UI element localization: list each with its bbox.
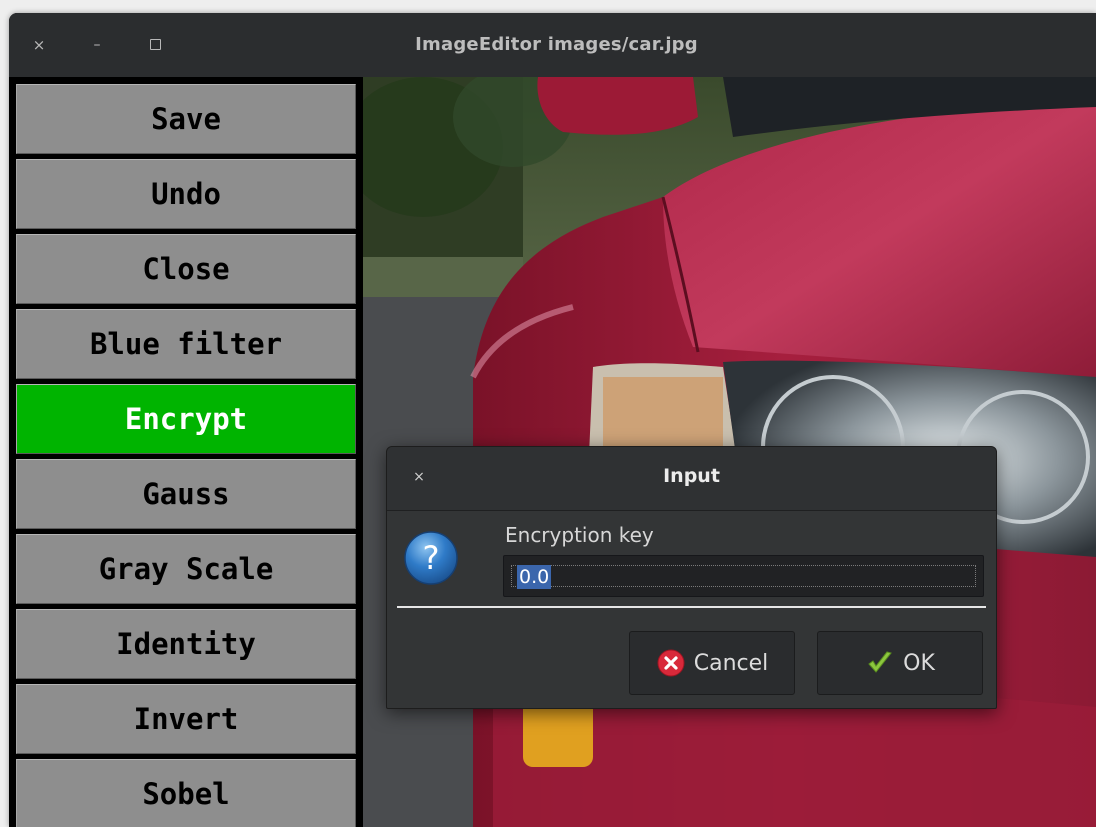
checkmark-icon: [868, 651, 892, 673]
encryption-key-label: Encryption key: [505, 523, 654, 547]
window-title: ImageEditor images/car.jpg: [415, 34, 698, 55]
cancel-icon: [657, 649, 685, 677]
cancel-button[interactable]: Cancel: [629, 631, 795, 695]
blue-filter-button[interactable]: Blue filter: [16, 309, 356, 379]
undo-button[interactable]: Undo: [16, 159, 356, 229]
encryption-key-value: 0.0: [517, 565, 552, 589]
invert-button[interactable]: Invert: [16, 684, 356, 754]
tool-sidebar: Save Undo Close Blue filter Encrypt Gaus…: [9, 77, 363, 827]
dialog-header: × Input: [387, 447, 996, 511]
title-bar: × – ImageEditor images/car.jpg: [9, 13, 1096, 77]
ok-label: OK: [903, 650, 935, 676]
close-button[interactable]: Close: [16, 234, 356, 304]
encryption-key-input[interactable]: 0.0: [503, 555, 984, 597]
cancel-label: Cancel: [693, 650, 769, 676]
save-button[interactable]: Save: [16, 84, 356, 154]
gauss-button[interactable]: Gauss: [16, 459, 356, 529]
focus-ring: [511, 565, 976, 587]
ok-button[interactable]: OK: [817, 631, 983, 695]
encrypt-button[interactable]: Encrypt: [16, 384, 356, 454]
gray-scale-button[interactable]: Gray Scale: [16, 534, 356, 604]
dialog-title: Input: [663, 465, 720, 487]
input-dialog: × Input ? Encryption key 0.0 Cancel OK: [386, 446, 997, 709]
sobel-button[interactable]: Sobel: [16, 759, 356, 827]
svg-text:?: ?: [423, 539, 440, 577]
question-icon: ?: [403, 530, 459, 586]
identity-button[interactable]: Identity: [16, 609, 356, 679]
dialog-separator: [397, 606, 986, 608]
